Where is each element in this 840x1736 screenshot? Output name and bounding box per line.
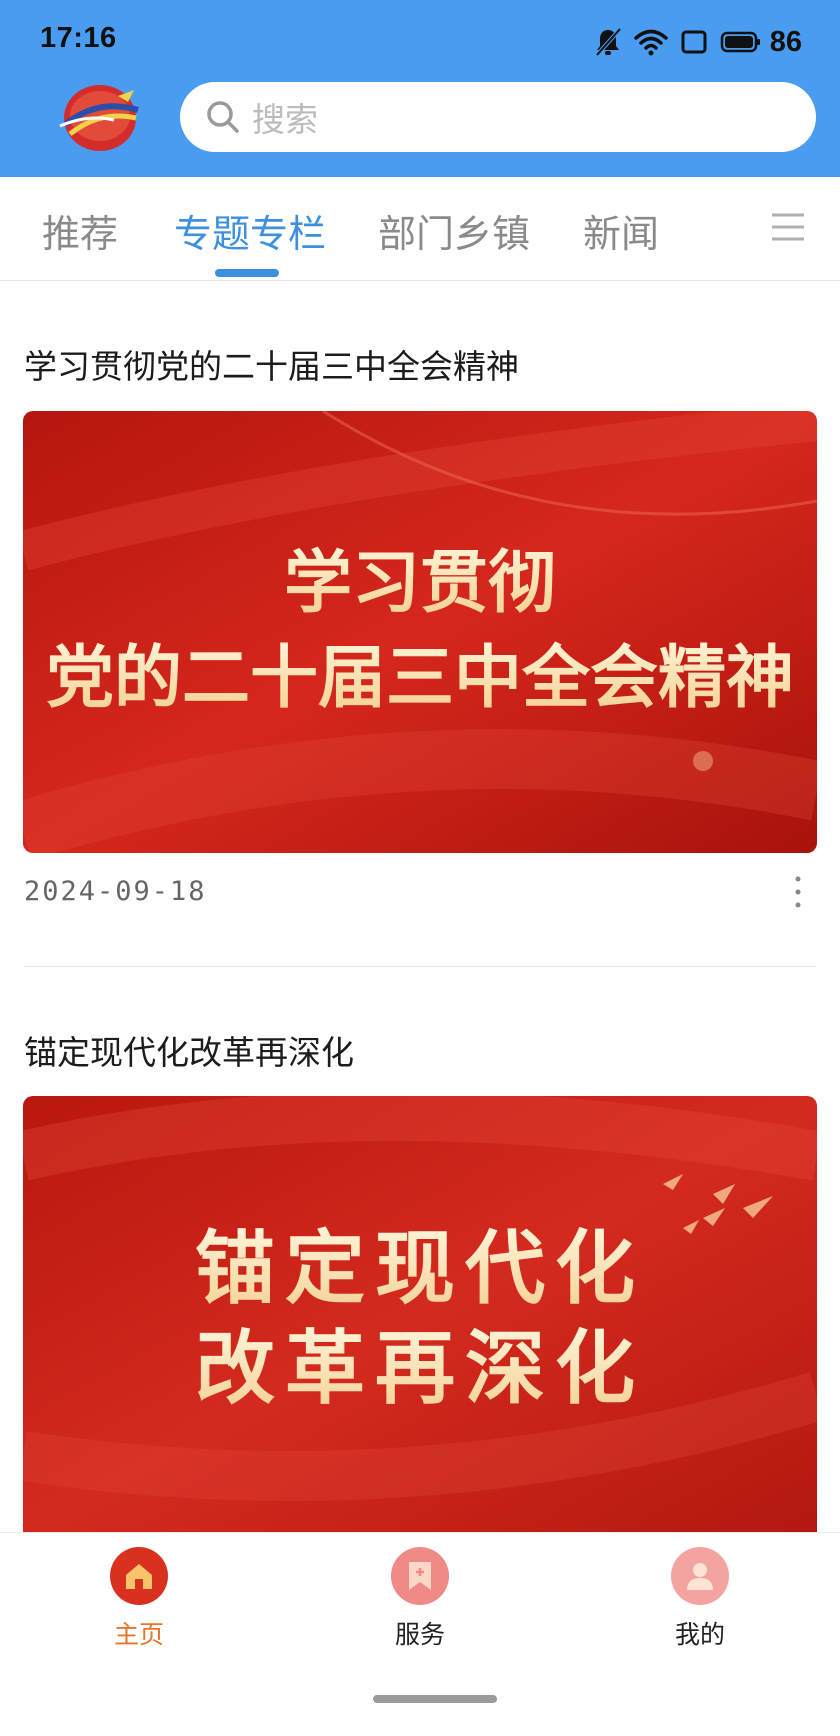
search-bar[interactable]: 搜索 [180, 82, 816, 152]
status-time: 17:16 [40, 22, 117, 54]
article-title[interactable]: 学习贯彻党的二十届三中全会精神 [24, 340, 519, 388]
bookmark-service-icon [391, 1547, 449, 1605]
search-placeholder: 搜索 [252, 100, 318, 139]
bottom-nav: 主页 服务 我的 [0, 1532, 840, 1736]
search-icon [207, 101, 239, 133]
tab-news[interactable]: 新闻 [583, 203, 659, 258]
user-icon [671, 1547, 729, 1605]
banner-line-1: 学习贯彻 [284, 544, 556, 623]
article-date: 2024-09-18 [24, 876, 207, 907]
mute-bell-icon [595, 27, 622, 57]
tab-departments[interactable]: 部门乡镇 [378, 203, 530, 258]
article-banner[interactable]: 锚定现代化 改革再深化 [23, 1096, 817, 1532]
logo-icon [59, 85, 139, 151]
tab-topics[interactable]: 专题专栏 [174, 203, 326, 258]
article-banner[interactable]: 学习贯彻 党的二十届三中全会精神 [23, 411, 817, 853]
menu-icon[interactable] [770, 209, 806, 245]
more-options-icon[interactable] [790, 874, 806, 910]
battery-level: 86 [769, 25, 802, 58]
wifi-icon [633, 29, 668, 56]
status-icons: 86 [594, 22, 802, 62]
nav-service[interactable]: 服务 [350, 1547, 490, 1651]
category-tabs: 推荐 专题专栏 部门乡镇 新闻 [0, 177, 840, 281]
banner-line-2: 改革再深化 [195, 1322, 645, 1415]
app-header: 17:16 86 搜索 [0, 0, 840, 177]
nav-home-label: 主页 [113, 1620, 164, 1649]
article-title[interactable]: 锚定现代化改革再深化 [24, 1026, 354, 1074]
home-icon [110, 1547, 168, 1605]
nav-mine[interactable]: 我的 [630, 1547, 770, 1651]
tab-recommend[interactable]: 推荐 [42, 203, 118, 258]
nav-home[interactable]: 主页 [69, 1547, 209, 1651]
banner-line-1: 锚定现代化 [195, 1222, 645, 1315]
app-logo [58, 80, 142, 154]
article-divider [24, 966, 816, 967]
banner-line-2: 党的二十届三中全会精神 [46, 639, 794, 718]
battery-icon [720, 31, 760, 53]
screen-icon [681, 30, 707, 54]
active-tab-indicator [215, 269, 279, 277]
home-indicator[interactable] [373, 1695, 497, 1703]
nav-service-label: 服务 [394, 1620, 445, 1649]
nav-mine-label: 我的 [674, 1620, 725, 1649]
